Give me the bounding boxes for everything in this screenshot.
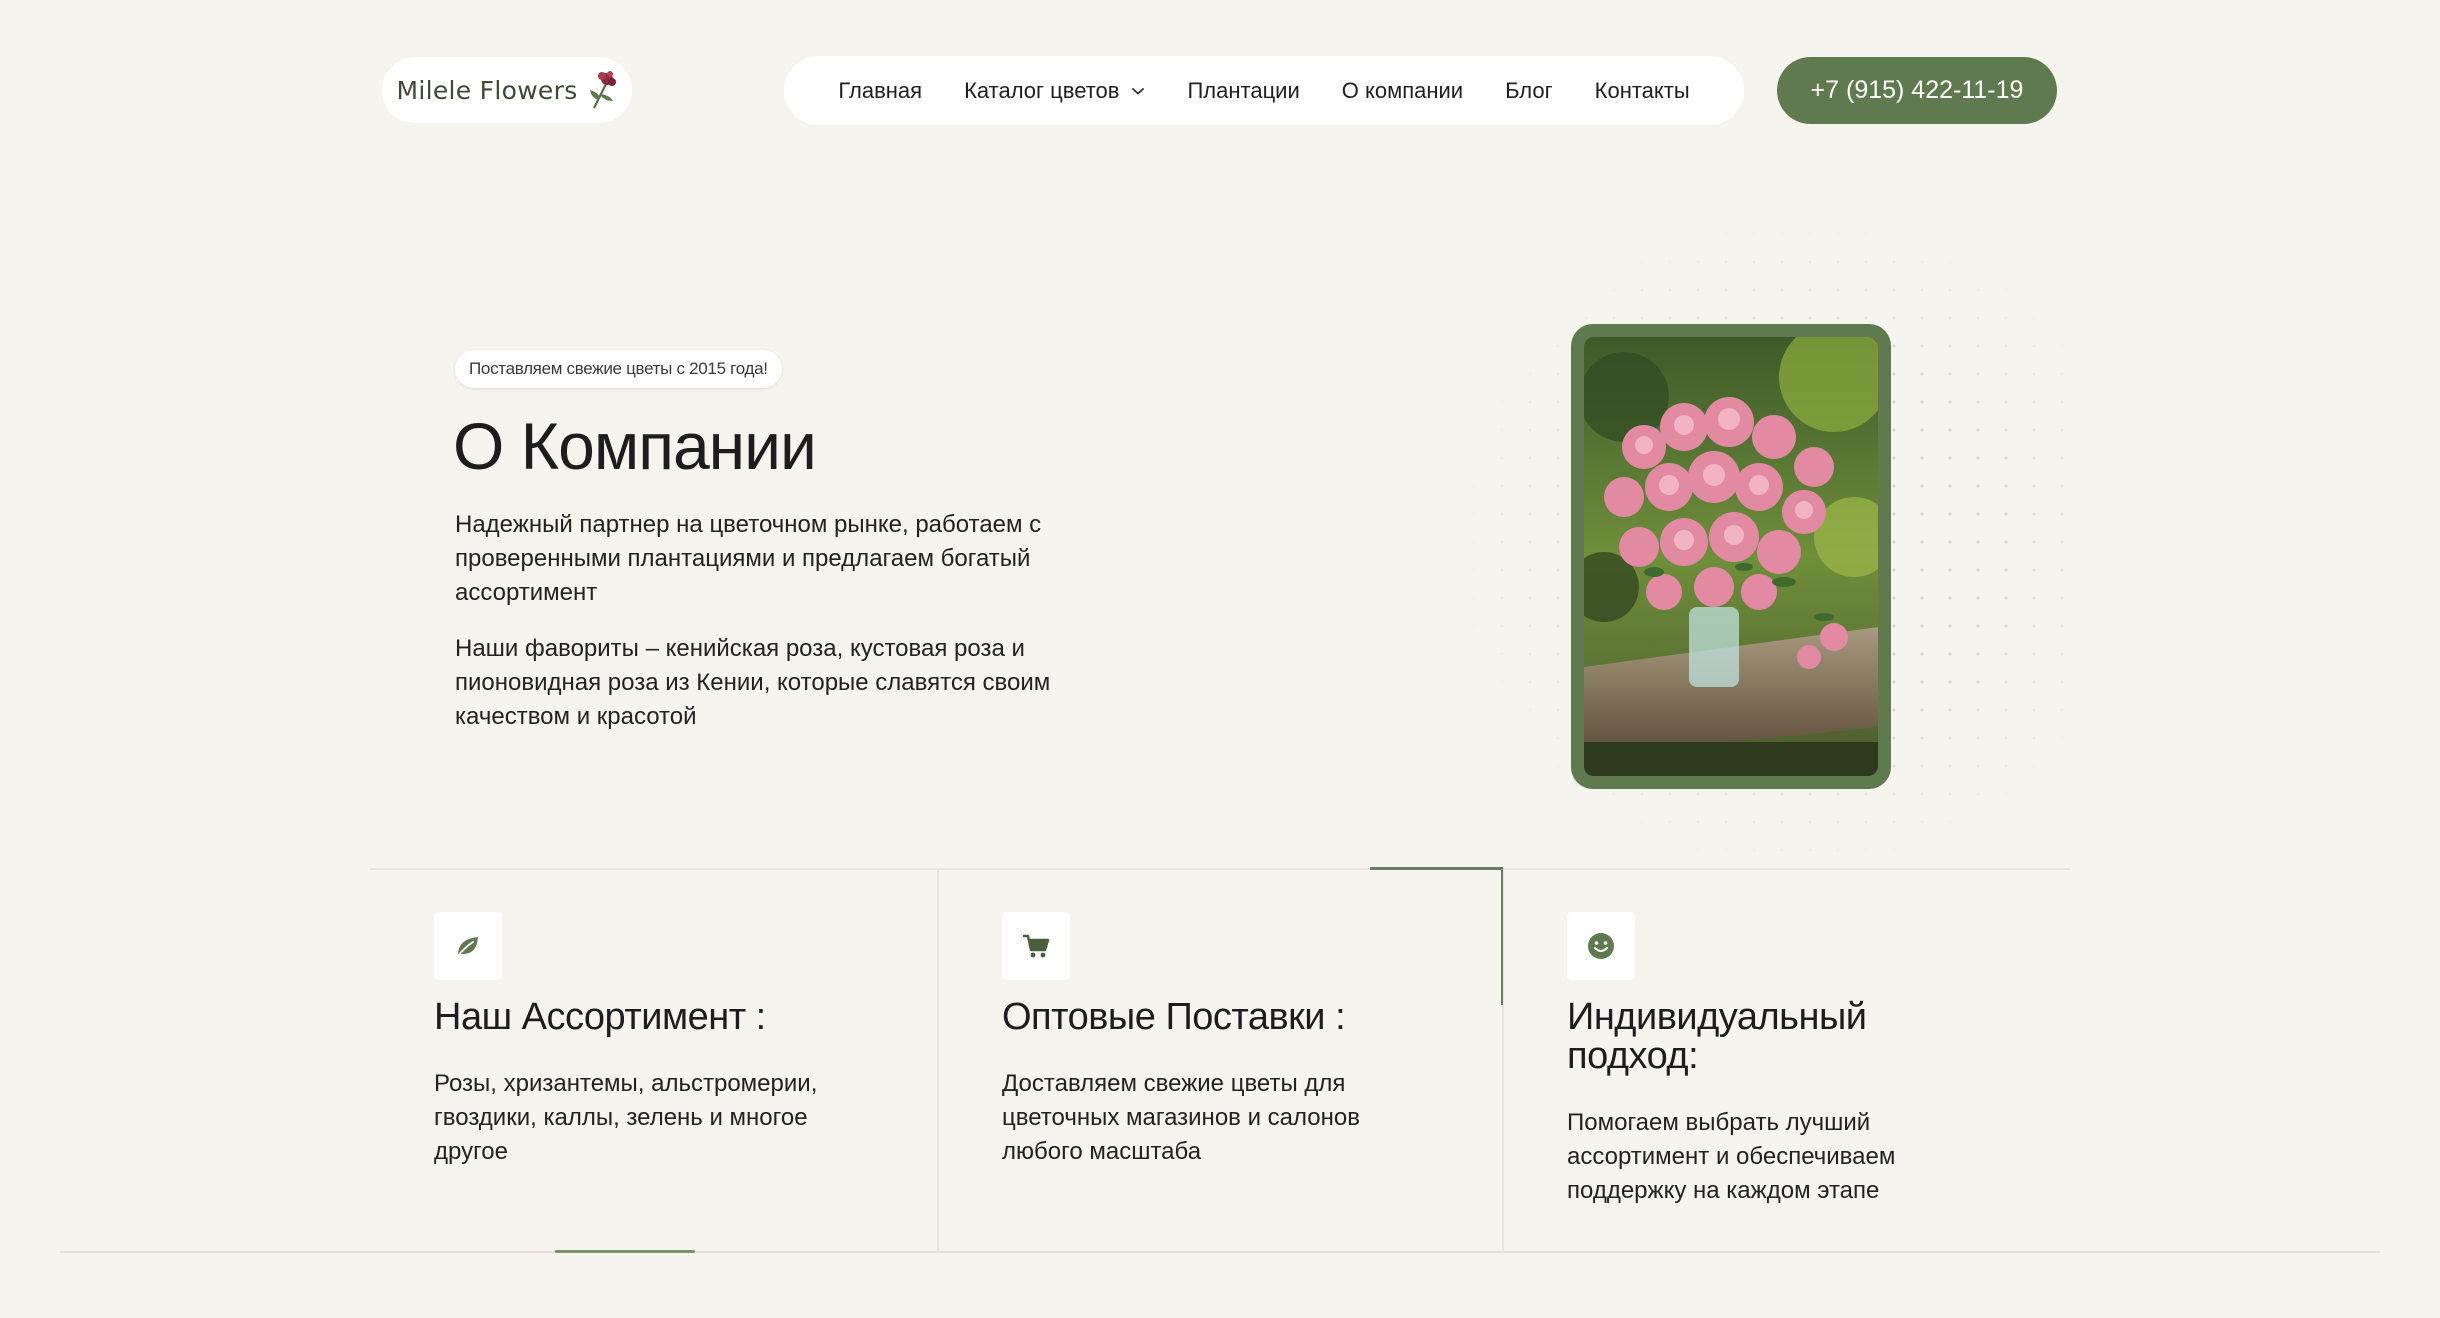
- feature-wholesale: Оптовые Поставки : Доставляем свежие цве…: [1002, 912, 1442, 1169]
- main-nav: Главная Каталог цветов Плантации О компа…: [784, 56, 1744, 125]
- hero-paragraph-2: Наши фавориты – кенийская роза, кустовая…: [455, 635, 1051, 730]
- nav-item-about[interactable]: О компании: [1342, 78, 1463, 104]
- nav-item-label: О компании: [1341, 77, 1464, 103]
- features-column-divider: [937, 870, 939, 1251]
- feature-title: Наш Ассортимент :: [434, 996, 766, 1038]
- nav-item-blog[interactable]: Блог: [1505, 78, 1553, 104]
- nav-item-plantations[interactable]: Плантации: [1187, 78, 1299, 104]
- feature-text: Доставляем свежие цветы для цветочных ма…: [1002, 1070, 1360, 1165]
- feature-assortment: Наш Ассортимент : Розы, хризантемы, альс…: [434, 912, 874, 1169]
- nav-item-contacts[interactable]: Контакты: [1595, 78, 1690, 104]
- nav-item-label: Контакты: [1594, 77, 1690, 103]
- feature-title: Оптовые Поставки :: [1002, 996, 1346, 1038]
- nav-item-label: Плантации: [1187, 77, 1300, 103]
- nav-item-label: Главная: [838, 77, 923, 103]
- since-badge: Поставляем свежие цветы с 2015 года!: [455, 350, 782, 388]
- nav-item-catalog[interactable]: Каталог цветов: [964, 78, 1145, 104]
- smile-icon: [1588, 933, 1614, 959]
- page-title: О Компании: [453, 409, 817, 483]
- features-bottom-divider: [60, 1251, 2380, 1253]
- leaf-icon: [456, 937, 478, 958]
- chevron-down-icon: [1132, 87, 1145, 95]
- hero-photo-frame: [1571, 324, 1891, 789]
- logo[interactable]: Milele Flowers: [382, 57, 632, 123]
- feature-text: Розы, хризантемы, альстромерии, гвоздики…: [434, 1070, 818, 1165]
- nav-item-home[interactable]: Главная: [838, 78, 922, 104]
- nav-item-label: Каталог цветов: [964, 77, 1120, 103]
- feature-individual: Индивидуальный подход: Помогаем выбрать …: [1567, 912, 2007, 1208]
- phone-button[interactable]: +7 (915) 422-11-19: [1777, 57, 2057, 124]
- feature-text: Помогаем выбрать лучший ассортимент и об…: [1567, 1109, 1896, 1204]
- nav-item-label: Блог: [1505, 77, 1553, 103]
- features-divider-accent: [1501, 870, 1503, 1005]
- logo-text: Milele Flowers: [396, 75, 578, 105]
- hero-paragraph-1: Надежный партнер на цветочном рынке, раб…: [455, 511, 1042, 606]
- features-bottom-accent: [555, 1250, 695, 1253]
- features-top-divider: [370, 868, 2070, 870]
- feature-title: Индивидуальный подход:: [1567, 996, 1867, 1077]
- feature-icon-box: [434, 912, 502, 980]
- features-top-accent: [1370, 867, 1503, 870]
- feature-icon-box: [1567, 912, 1635, 980]
- roses-photo: [1584, 337, 1878, 776]
- cart-icon: [1023, 934, 1050, 958]
- flower-logo-icon: [589, 71, 616, 109]
- feature-icon-box: [1002, 912, 1070, 980]
